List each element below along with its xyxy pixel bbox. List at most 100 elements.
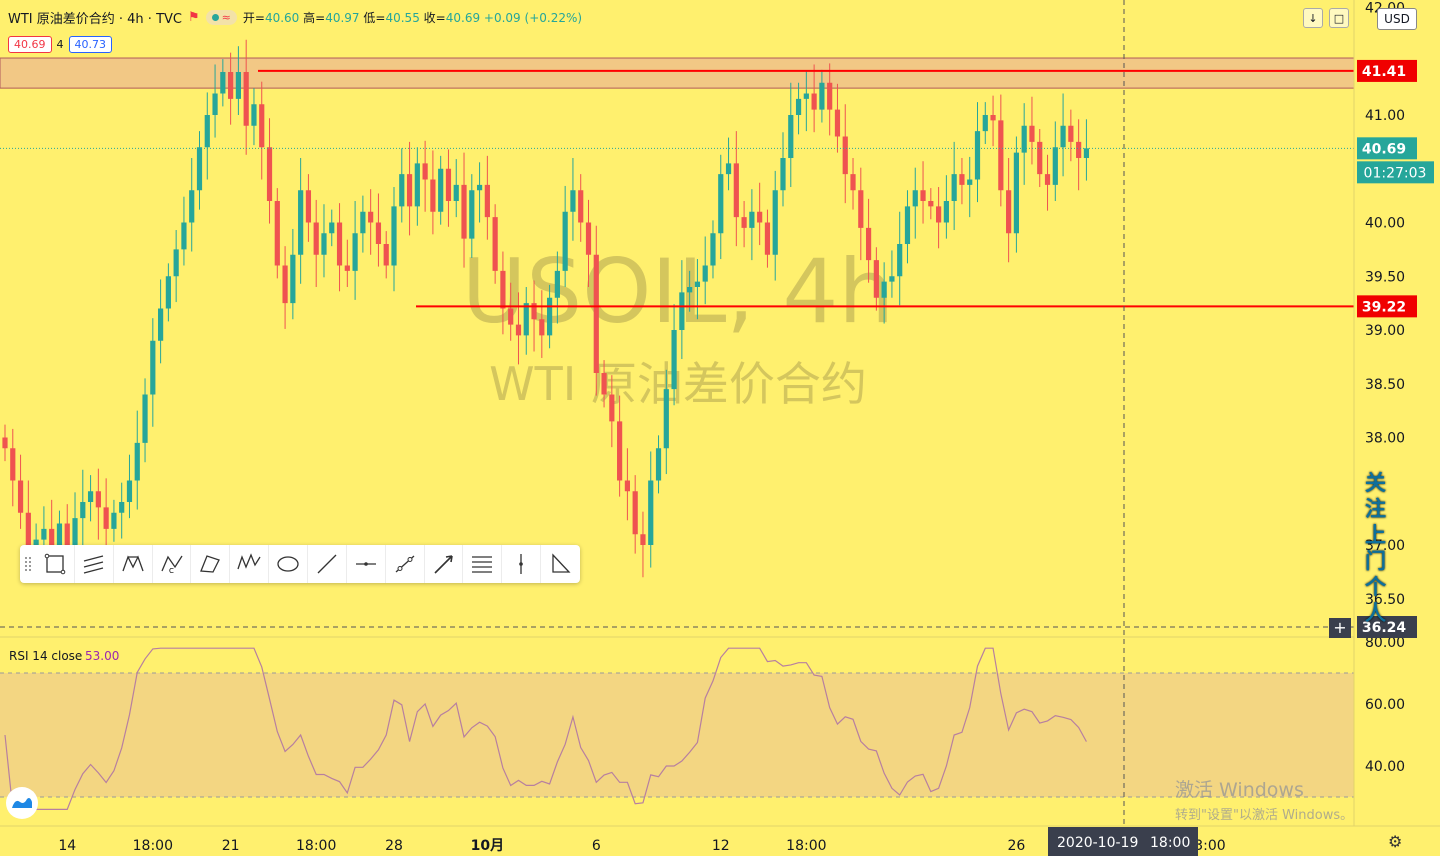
price-chart[interactable]: 80.0060.0040.00RSI 14 close 53.00 USOIL, … [0, 0, 1440, 856]
candle-body [243, 72, 249, 126]
candle-body [329, 222, 335, 234]
candle-body [508, 308, 514, 325]
candle-body [601, 373, 607, 395]
support-tag: 39.22 [1362, 299, 1406, 315]
parallel-channel-icon[interactable] [75, 545, 114, 583]
candle-body [725, 163, 732, 175]
candle-body [687, 287, 693, 293]
candle-body [453, 184, 459, 201]
trend-line-dots-icon[interactable] [386, 545, 425, 583]
settings-gear-icon[interactable]: ⚙ [1388, 832, 1402, 851]
trend-line-icon[interactable] [308, 545, 347, 583]
candle-body [547, 297, 553, 336]
candle-body [95, 491, 101, 508]
svg-text:C: C [169, 567, 174, 575]
candle-body [406, 174, 413, 207]
countdown-tag: 01:27:03 [1364, 165, 1427, 181]
candle-body [399, 174, 405, 207]
candle-body [515, 324, 522, 336]
candle-body [679, 292, 685, 330]
fullscreen-icon[interactable]: □ [1329, 8, 1349, 28]
time-tick-label: 10月 [471, 838, 504, 854]
candle-body [1006, 190, 1012, 234]
candle-body [220, 72, 226, 94]
price-tick-label: 40.00 [1365, 216, 1405, 232]
triangle-icon[interactable] [541, 545, 580, 583]
time-tick-label: 18:00 [133, 838, 173, 854]
last-price-tag: 40.69 [1362, 141, 1406, 157]
candle-body [1029, 125, 1035, 142]
price-tick-label: 38.50 [1365, 377, 1405, 393]
currency-button[interactable]: USD [1377, 8, 1417, 30]
rectangle-icon[interactable] [36, 545, 75, 583]
time-tick-label: 14 [58, 838, 76, 854]
candle-body [936, 206, 942, 223]
candle-body [819, 82, 825, 110]
symbol-title[interactable]: WTI 原油差价合约 · 4h · TVC [8, 8, 182, 27]
candle-body [655, 448, 662, 481]
candle-body [842, 136, 848, 175]
candle-body [204, 115, 210, 148]
horizontal-line-icon[interactable] [347, 545, 386, 583]
crosshair-plus-icon[interactable]: + [1329, 618, 1351, 638]
elliott-wave-icon[interactable] [230, 545, 270, 583]
candle-body [368, 211, 374, 223]
candle-body [803, 93, 809, 99]
candle-body [749, 211, 755, 228]
candle-body [539, 319, 545, 336]
market-status[interactable]: ≈ [205, 10, 237, 25]
candle-body [235, 72, 241, 99]
candle-body [251, 104, 257, 126]
vertical-line-icon[interactable] [502, 545, 542, 583]
candle-body [228, 72, 234, 99]
xabcd-pattern-icon[interactable] [114, 545, 153, 583]
fib-retracement-icon[interactable] [463, 545, 503, 583]
candle-body [772, 190, 778, 255]
candle-body [741, 217, 747, 228]
candle-body [212, 93, 218, 115]
resistance-tag: 41.41 [1362, 64, 1406, 80]
side-note: 关注上门个人 [1365, 471, 1386, 625]
flag-icon[interactable]: ⚑ [188, 10, 200, 25]
candle-body [158, 308, 164, 341]
candle-body [702, 265, 708, 282]
candle-body [858, 190, 864, 228]
candle-body [344, 265, 350, 271]
candle-body [500, 270, 506, 309]
candle-body [445, 168, 452, 201]
ask-price[interactable]: 40.73 [68, 36, 112, 53]
down-arrow-icon[interactable]: ↓ [1303, 8, 1323, 28]
candle-body [904, 206, 911, 244]
candle-body [648, 480, 654, 545]
candle-body [189, 190, 195, 223]
candle-body [305, 190, 312, 223]
market-open-icon [211, 14, 219, 21]
ellipse-icon[interactable] [269, 545, 309, 583]
time-axis[interactable]: 14 18:00 21 18:00 28 10月 6 12 18:00 26 3:00 2020-10… [0, 825, 1440, 856]
triangle-pattern-icon[interactable] [191, 545, 231, 583]
approx-icon: ≈ [221, 11, 231, 24]
candle-body [827, 82, 833, 110]
candle-body [632, 491, 638, 535]
candle-body [1060, 125, 1066, 148]
bid-price[interactable]: 40.69 [8, 36, 52, 53]
candle-body [134, 442, 140, 481]
candle-body [2, 437, 8, 449]
candle-body [897, 244, 903, 277]
candle-body [87, 491, 94, 502]
spread: 4 [56, 38, 64, 51]
rsi-tick-label: 60.00 [1365, 697, 1405, 713]
ohlc-values: 开=40.60 高=40.97 低=40.55 收=40.69 +0.09 (+… [242, 11, 583, 25]
drag-handle-icon[interactable] [25, 557, 31, 571]
candle-body [624, 480, 630, 492]
tradingview-logo-icon[interactable] [6, 787, 38, 819]
arrow-line-icon[interactable] [425, 545, 464, 583]
candle-body [438, 168, 444, 212]
drawing-toolbar: C [20, 545, 580, 583]
candle-body [360, 211, 366, 234]
candle-body [1068, 125, 1074, 142]
time-tick-label: 18:00 [296, 838, 336, 854]
candle-body [142, 394, 148, 443]
abcd-pattern-icon[interactable]: C [153, 545, 192, 583]
candle-body [383, 244, 389, 266]
